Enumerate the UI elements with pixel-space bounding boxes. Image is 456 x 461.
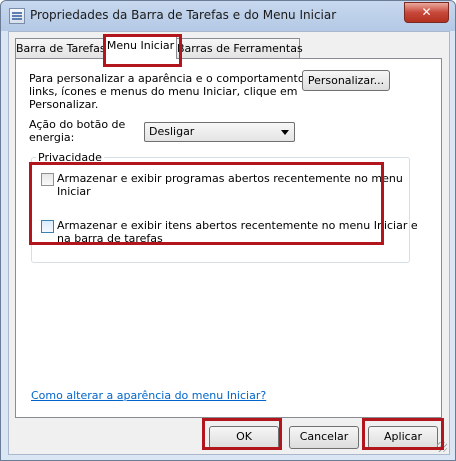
description-line: Personalizar. (29, 98, 99, 111)
cancel-button[interactable]: Cancelar (289, 426, 359, 449)
highlight-ok-button (202, 418, 282, 450)
close-button[interactable]: ✕ (404, 2, 449, 23)
chevron-down-icon (281, 130, 289, 135)
highlight-menu-iniciar-tab (103, 34, 182, 67)
window-title: Propriedades da Barra de Tarefas e do Me… (30, 8, 337, 22)
power-button-label: Ação do botão de energia: (29, 118, 125, 144)
label-line: energia: (29, 131, 75, 144)
tab-barras-de-ferramentas[interactable]: Barras de Ferramentas (176, 38, 303, 58)
tab-label: Barra de Tarefas (16, 42, 106, 55)
tab-label: Barras de Ferramentas (177, 42, 303, 55)
properties-window-icon (9, 8, 25, 24)
description-line: Para personalizar a aparência e o compor… (29, 72, 328, 85)
power-action-select[interactable]: Desligar (144, 122, 295, 142)
close-icon: ✕ (421, 5, 432, 19)
description-line: links, ícones e menus do menu Iniciar, c… (29, 85, 298, 98)
tab-barra-de-tarefas[interactable]: Barra de Tarefas (15, 38, 106, 58)
customize-description: Para personalizar a aparência e o compor… (29, 72, 328, 111)
highlight-apply-button (362, 418, 444, 450)
customize-button[interactable]: Personalizar... (302, 70, 390, 91)
highlight-privacy-options (29, 162, 384, 245)
label-line: Ação do botão de (29, 118, 126, 131)
power-action-value: Desligar (149, 125, 195, 138)
title-bar[interactable]: Propriedades da Barra de Tarefas e do Me… (1, 1, 455, 31)
help-link[interactable]: Como alterar a aparência do menu Iniciar… (31, 389, 266, 402)
